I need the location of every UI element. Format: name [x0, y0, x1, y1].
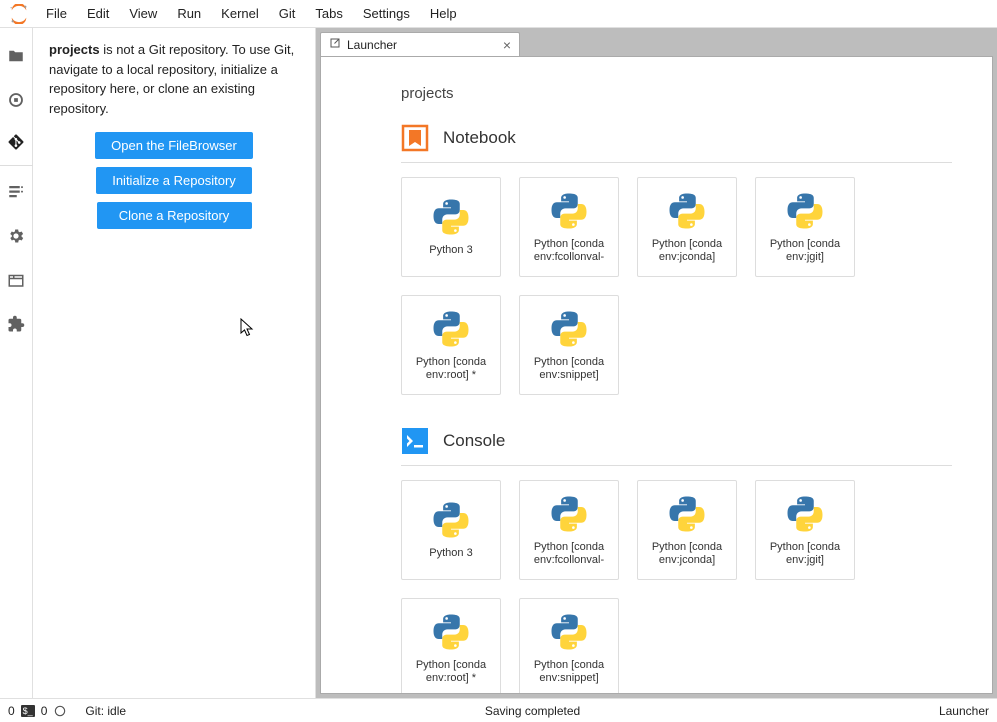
card-label: Python [conda env:fcollonval-	[524, 238, 614, 264]
card-label: Python [conda env:root] *	[406, 356, 496, 382]
commands-icon[interactable]	[0, 170, 33, 214]
terminal-count[interactable]: 0	[8, 704, 15, 718]
tab-bar: Launcher ×	[316, 28, 997, 56]
git-status[interactable]: Git: idle	[85, 704, 126, 718]
python-icon	[430, 499, 472, 541]
launcher-section-notebook: Notebook Python 3 Python [conda env:fcollo…	[401, 124, 952, 395]
status-center: Saving completed	[136, 704, 929, 718]
section-title: Notebook	[443, 128, 516, 148]
python-icon	[430, 196, 472, 238]
running-icon[interactable]	[0, 78, 33, 122]
launcher-card[interactable]: Python 3	[401, 480, 501, 580]
card-label: Python [conda env:fcollonval-	[524, 541, 614, 567]
menu-settings[interactable]: Settings	[353, 2, 420, 25]
launcher-card[interactable]: Python [conda env:root] *	[401, 295, 501, 395]
card-label: Python [conda env:jgit]	[760, 238, 850, 264]
status-right[interactable]: Launcher	[939, 704, 989, 718]
section-header: Console	[401, 427, 952, 466]
git-panel-message: projects is not a Git repository. To use…	[49, 40, 299, 118]
notebook-icon	[401, 124, 429, 152]
kernel-status-icon[interactable]	[53, 704, 67, 718]
close-icon[interactable]: ×	[503, 38, 511, 52]
launcher-card[interactable]: Python [conda env:jgit]	[755, 177, 855, 277]
launcher-panel: projects Notebook Python 3 Python [conda e…	[320, 56, 993, 694]
menu-run[interactable]: Run	[167, 2, 211, 25]
card-label: Python [conda env:root] *	[406, 659, 496, 685]
card-label: Python [conda env:snippet]	[524, 356, 614, 382]
status-bar: 0 $_ 0 Git: idle Saving completed Launch…	[0, 698, 997, 722]
launcher-card[interactable]: Python [conda env:fcollonval-	[519, 480, 619, 580]
menubar: FileEditViewRunKernelGitTabsSettingsHelp	[0, 0, 997, 28]
card-label: Python [conda env:snippet]	[524, 659, 614, 685]
card-grid: Python 3 Python [conda env:fcollonval- Pyt…	[401, 480, 952, 694]
jupyter-logo	[8, 3, 30, 25]
python-icon	[548, 190, 590, 232]
dock-panel: Launcher × projects NotebookPython 3Pyth…	[316, 28, 997, 698]
launcher-section-console: Console Python 3 Python [conda env:fcollon…	[401, 427, 952, 694]
open-filebrowser-button[interactable]: Open the FileBrowser	[95, 132, 253, 159]
launcher-card[interactable]: Python [conda env:jconda]	[637, 480, 737, 580]
python-icon	[430, 308, 472, 350]
menu-view[interactable]: View	[119, 2, 167, 25]
git-panel: projects is not a Git repository. To use…	[33, 28, 316, 698]
menu-file[interactable]: File	[36, 2, 77, 25]
tabs-icon[interactable]	[0, 258, 33, 302]
clone-repository-button[interactable]: Clone a Repository	[97, 202, 252, 229]
git-icon[interactable]	[0, 122, 33, 166]
card-label: Python 3	[429, 244, 472, 257]
python-icon	[548, 308, 590, 350]
card-label: Python [conda env:jconda]	[642, 238, 732, 264]
python-icon	[784, 493, 826, 535]
card-grid: Python 3 Python [conda env:fcollonval- Pyt…	[401, 177, 952, 395]
tab-label: Launcher	[347, 38, 397, 52]
menu-help[interactable]: Help	[420, 2, 467, 25]
launcher-card[interactable]: Python [conda env:snippet]	[519, 295, 619, 395]
python-icon	[548, 493, 590, 535]
launcher-card[interactable]: Python [conda env:jconda]	[637, 177, 737, 277]
card-label: Python 3	[429, 547, 472, 560]
launcher-card[interactable]: Python [conda env:fcollonval-	[519, 177, 619, 277]
console-icon	[401, 427, 429, 455]
section-header: Notebook	[401, 124, 952, 163]
menu-git[interactable]: Git	[269, 2, 306, 25]
menu-edit[interactable]: Edit	[77, 2, 119, 25]
build-icon[interactable]	[0, 214, 33, 258]
python-icon	[784, 190, 826, 232]
main-area: projects is not a Git repository. To use…	[0, 28, 997, 698]
init-repository-button[interactable]: Initialize a Repository	[96, 167, 252, 194]
section-title: Console	[443, 431, 505, 451]
card-label: Python [conda env:jconda]	[642, 541, 732, 567]
launcher-card[interactable]: Python [conda env:jgit]	[755, 480, 855, 580]
launcher-card[interactable]: Python [conda env:root] *	[401, 598, 501, 694]
kernel-count[interactable]: 0	[41, 704, 48, 718]
menu-tabs[interactable]: Tabs	[305, 2, 352, 25]
folder-icon[interactable]	[0, 34, 33, 78]
launcher-card[interactable]: Python [conda env:snippet]	[519, 598, 619, 694]
tab-launcher[interactable]: Launcher ×	[320, 32, 520, 56]
launcher-card[interactable]: Python 3	[401, 177, 501, 277]
extension-icon[interactable]	[0, 302, 33, 346]
card-label: Python [conda env:jgit]	[760, 541, 850, 567]
python-icon	[548, 611, 590, 653]
terminal-icon[interactable]: $_	[21, 705, 35, 717]
menu-kernel[interactable]: Kernel	[211, 2, 269, 25]
python-icon	[666, 493, 708, 535]
activity-bar	[0, 28, 33, 698]
python-icon	[430, 611, 472, 653]
cursor-icon	[240, 318, 256, 338]
python-icon	[666, 190, 708, 232]
launcher-cwd: projects	[401, 85, 952, 102]
launcher-tab-icon	[329, 37, 341, 52]
